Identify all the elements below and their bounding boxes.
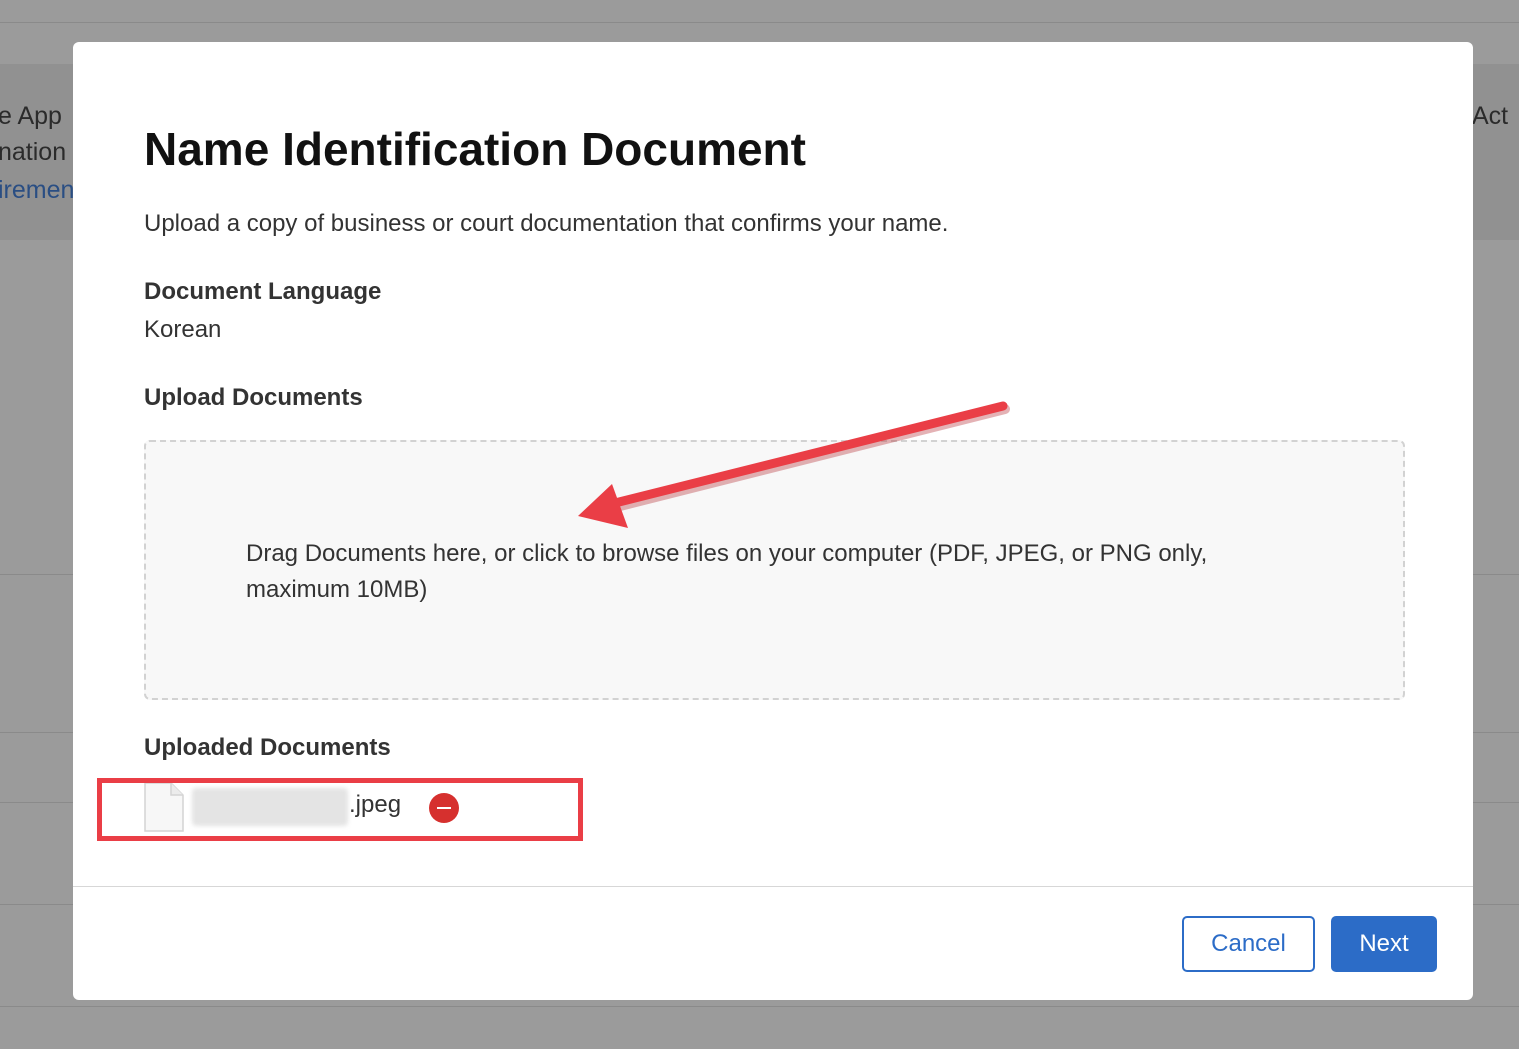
document-language-label: Document Language — [144, 278, 382, 305]
background-divider — [0, 22, 1519, 23]
modal-footer-divider — [73, 886, 1473, 887]
background-text: e App — [0, 102, 62, 130]
dropzone-instructions: Drag Documents here, or click to browse … — [246, 540, 1208, 603]
annotation-highlight-box — [97, 778, 583, 841]
upload-documents-label: Upload Documents — [144, 384, 363, 411]
modal-subtitle: Upload a copy of business or court docum… — [144, 210, 949, 237]
background-text: nation — [0, 138, 67, 166]
background-text: Act — [1472, 102, 1509, 130]
cancel-button[interactable]: Cancel — [1182, 916, 1315, 972]
modal-title: Name Identification Document — [144, 123, 806, 175]
uploaded-documents-label: Uploaded Documents — [144, 734, 391, 761]
next-button[interactable]: Next — [1331, 916, 1437, 972]
background-divider — [0, 1006, 1519, 1007]
upload-dropzone[interactable]: Drag Documents here, or click to browse … — [144, 440, 1405, 700]
name-identification-modal: Name Identification Document Upload a co… — [73, 42, 1473, 1000]
background-link: iremen — [0, 176, 75, 204]
document-language-value: Korean — [144, 316, 222, 343]
